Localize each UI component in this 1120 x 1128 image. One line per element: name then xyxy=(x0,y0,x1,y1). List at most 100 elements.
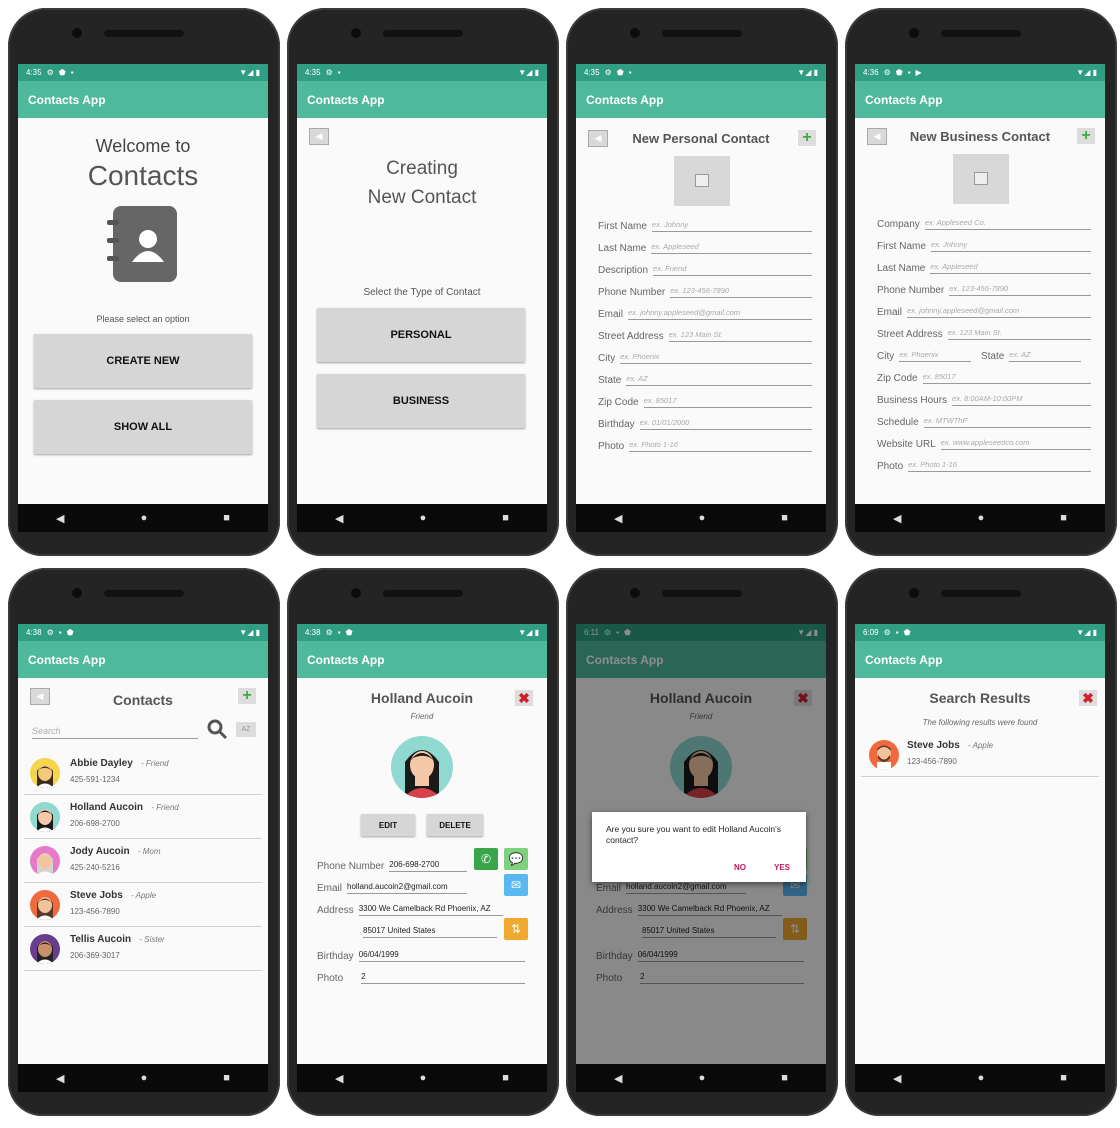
field-input[interactable]: ex. AZ xyxy=(1009,350,1081,362)
close-button[interactable]: ✖ xyxy=(1079,690,1097,706)
field-input[interactable]: ex. AZ xyxy=(626,374,812,386)
home-nav-icon[interactable]: ● xyxy=(978,1072,985,1084)
field-input[interactable]: ex. Friend xyxy=(653,264,812,276)
photo-placeholder-icon[interactable] xyxy=(953,154,1009,204)
back-nav-icon[interactable]: ◀ xyxy=(335,1072,343,1085)
nav-bar: ◀ ● ■ xyxy=(297,504,547,532)
field-input[interactable]: ex. MTWThF xyxy=(923,416,1091,428)
search-input[interactable]: Search xyxy=(32,726,198,739)
field-input[interactable]: ex. Johnny xyxy=(930,240,1091,252)
message-bubble-icon[interactable]: 💬 xyxy=(504,848,528,870)
phone-value[interactable]: 206-698-2700 xyxy=(389,860,467,872)
status-bar: 4:35 ⚙ ▪ ▼◢ ▮ xyxy=(297,64,547,81)
email-value[interactable]: holland.aucoin2@gmail.com xyxy=(347,882,467,894)
address-line1[interactable]: 3300 We Camelback Rd Phoenix, AZ xyxy=(358,904,503,916)
field-label: Last Name xyxy=(877,263,926,274)
field-input[interactable]: ex. Phoenix xyxy=(620,352,812,364)
recent-nav-icon[interactable]: ■ xyxy=(781,512,788,524)
field-input[interactable]: ex. 01/01/2000 xyxy=(639,418,812,430)
add-plus-button[interactable]: + xyxy=(238,688,256,704)
field-input[interactable]: ex. Photo 1-16 xyxy=(629,440,812,452)
field-input[interactable]: ex. Appleseed xyxy=(930,262,1091,274)
field-input[interactable]: ex. www.appleseedco.com xyxy=(940,438,1091,450)
recent-nav-icon[interactable]: ■ xyxy=(502,1072,509,1084)
field-input[interactable]: ex. 8:00AM-10:00PM xyxy=(952,394,1091,406)
form-field-row: State ex. AZ xyxy=(598,370,812,386)
result-name-text: Steve Jobs xyxy=(907,740,960,751)
back-button[interactable]: ◀ xyxy=(309,128,329,145)
creating-line1: Creating xyxy=(386,158,458,179)
recent-nav-icon[interactable]: ■ xyxy=(223,512,230,524)
field-input[interactable]: ex. 85017 xyxy=(643,396,812,408)
close-button[interactable]: ✖ xyxy=(515,690,533,706)
wifi-icon: ▼◢ ▮ xyxy=(239,628,260,637)
recent-nav-icon[interactable]: ■ xyxy=(1060,512,1067,524)
field-input[interactable]: ex. 123-456-7890 xyxy=(670,286,812,298)
field-label: Company xyxy=(877,219,920,230)
home-nav-icon[interactable]: ● xyxy=(699,1072,706,1084)
field-input[interactable]: ex. Phoenix xyxy=(899,350,971,362)
camera xyxy=(351,588,361,598)
search-icon[interactable] xyxy=(206,718,228,740)
back-nav-icon[interactable]: ◀ xyxy=(614,1072,622,1085)
field-input[interactable]: ex. johnny.appleseed@gmail.com xyxy=(907,306,1091,318)
show-all-button[interactable]: SHOW ALL xyxy=(34,400,252,454)
edit-button[interactable]: EDIT xyxy=(361,814,415,836)
status-time: 4:38 xyxy=(26,628,42,637)
address-line2[interactable]: 85017 United States xyxy=(363,926,497,938)
shield-icon: ⬟ xyxy=(345,628,353,637)
home-nav-icon[interactable]: ● xyxy=(141,512,148,524)
speaker xyxy=(662,30,742,37)
result-row[interactable]: Steve Jobs - Apple 123-456-7890 xyxy=(861,734,1099,777)
field-input[interactable]: ex. Photo 1-16 xyxy=(908,460,1091,472)
contact-list-item[interactable]: Holland Aucoin - Friend 206-698-2700 xyxy=(24,796,262,839)
contact-list-item[interactable]: Steve Jobs - Apple 123-456-7890 xyxy=(24,884,262,927)
photo-value[interactable]: 2 xyxy=(361,972,525,984)
contact-list-item[interactable]: Abbie Dayley - Friend 425-591-1234 xyxy=(24,752,262,795)
personal-button[interactable]: PERSONAL xyxy=(317,308,525,362)
business-button[interactable]: BUSINESS xyxy=(317,374,525,428)
add-plus-button[interactable]: + xyxy=(1077,128,1095,144)
back-nav-icon[interactable]: ◀ xyxy=(893,512,901,525)
field-input[interactable]: ex. 123 Main St. xyxy=(668,330,812,342)
back-nav-icon[interactable]: ◀ xyxy=(335,512,343,525)
add-plus-button[interactable]: + xyxy=(798,130,816,146)
form-field-row: Street Address ex. 123 Main St. xyxy=(598,326,812,342)
home-nav-icon[interactable]: ● xyxy=(420,1072,427,1084)
nav-bar: ◀ ● ■ xyxy=(855,504,1105,532)
field-input[interactable]: ex. Johnny xyxy=(651,220,812,232)
field-input[interactable]: ex. 123-456-7890 xyxy=(949,284,1091,296)
contact-list-item[interactable]: Tellis Aucoin - Sister 206-369-3017 xyxy=(24,928,262,971)
phone-contact-detail: 4:38 ⚙ ▪ ⬟ ▼◢ ▮ Contacts App Holland Aucoin … xyxy=(287,568,559,1116)
address-label: Address xyxy=(317,905,354,916)
home-nav-icon[interactable]: ● xyxy=(699,512,706,524)
back-nav-icon[interactable]: ◀ xyxy=(614,512,622,525)
home-nav-icon[interactable]: ● xyxy=(978,512,985,524)
contact-list-item[interactable]: Jody Aucoin - Mom 425-240-5216 xyxy=(24,840,262,883)
field-input[interactable]: ex. Appleseed Co. xyxy=(924,218,1091,230)
recent-nav-icon[interactable]: ■ xyxy=(781,1072,788,1084)
field-input[interactable]: ex. Appleseed xyxy=(651,242,812,254)
dialog-no-button[interactable]: NO xyxy=(734,863,746,872)
create-new-button[interactable]: CREATE NEW xyxy=(34,334,252,388)
back-nav-icon[interactable]: ◀ xyxy=(893,1072,901,1085)
back-nav-icon[interactable]: ◀ xyxy=(56,512,64,525)
sort-az-button[interactable]: AZ xyxy=(236,722,256,737)
delete-button[interactable]: DELETE xyxy=(427,814,483,836)
recent-nav-icon[interactable]: ■ xyxy=(502,512,509,524)
photo-placeholder-icon[interactable] xyxy=(674,156,730,206)
field-input[interactable]: ex. 85017 xyxy=(922,372,1091,384)
home-nav-icon[interactable]: ● xyxy=(141,1072,148,1084)
back-nav-icon[interactable]: ◀ xyxy=(56,1072,64,1085)
dialog-yes-button[interactable]: YES xyxy=(774,863,790,872)
field-input[interactable]: ex. 123 Main St. xyxy=(947,328,1091,340)
birthday-value[interactable]: 06/04/1999 xyxy=(358,950,525,962)
field-input[interactable]: ex. johnny.appleseed@gmail.com xyxy=(628,308,812,320)
email-envelope-icon[interactable]: ✉ xyxy=(504,874,528,896)
map-directions-icon[interactable]: ⇅ xyxy=(504,918,528,940)
call-phone-icon[interactable]: ✆ xyxy=(474,848,498,870)
recent-nav-icon[interactable]: ■ xyxy=(223,1072,230,1084)
recent-nav-icon[interactable]: ■ xyxy=(1060,1072,1067,1084)
avatar-icon xyxy=(30,846,60,876)
home-nav-icon[interactable]: ● xyxy=(420,512,427,524)
